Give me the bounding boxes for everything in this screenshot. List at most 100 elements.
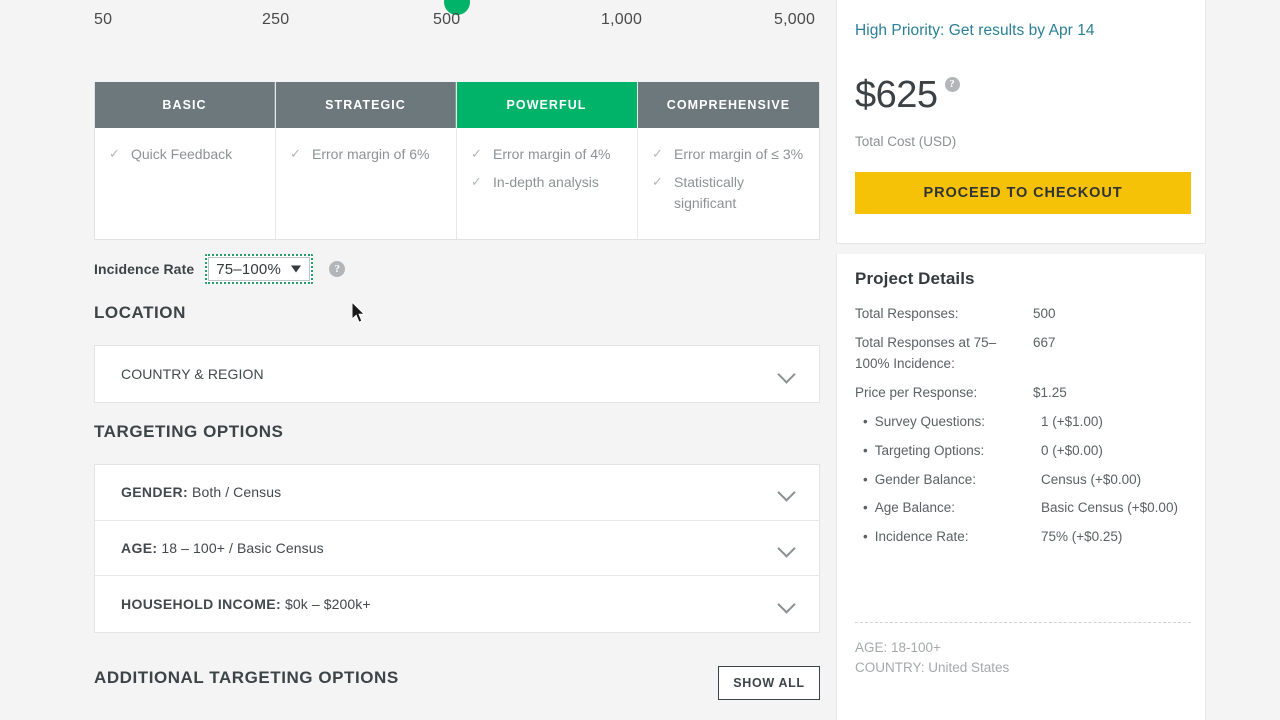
accordion-row-household-income[interactable]: HOUSEHOLD INCOME: $0k – $200k+ [95,576,819,632]
slider-tick-1000[interactable]: 1,000 [601,11,642,29]
detail-value: 667 [1033,334,1056,350]
feature-item: ✓ In-depth analysis [471,172,627,192]
summary-age: AGE: 18-100+ [855,640,941,655]
summary-sidebar: High Priority: Get results by Apr 14 $62… [836,0,1280,720]
detail-value: 1 (+$1.00) [1041,413,1103,429]
response-count-slider[interactable]: 50 250 500 1,000 5,000 [0,0,836,46]
feature-item: ✓ Error margin of 4% [471,144,627,164]
check-icon: ✓ [471,174,482,190]
slider-tick-250[interactable]: 250 [262,11,289,29]
accordion-row-age[interactable]: AGE: 18 – 100+ / Basic Census [95,521,819,576]
detail-value: $1.25 [1033,384,1067,400]
detail-row-age-balance: • Age Balance: Basic Census (+$0.00) [855,498,1191,519]
tier-comprehensive-features: ✓ Error margin of ≤ 3% ✓ Statistically s… [638,128,819,239]
check-icon: ✓ [109,146,120,161]
chevron-down-icon[interactable] [777,595,796,614]
detail-row-gender-balance: • Gender Balance: Census (+$0.00) [855,470,1191,491]
section-heading-additional-targeting: ADDITIONAL TARGETING OPTIONS [94,668,399,687]
tier-powerful-header[interactable]: POWERFUL [457,82,637,128]
total-cost-label: Total Cost (USD) [855,134,957,149]
slider-tick-50[interactable]: 50 [94,11,112,29]
tier-basic[interactable]: BASIC ✓ Quick Feedback [95,82,276,239]
accordion-label-value: 18 – 100+ / Basic Census [161,539,324,556]
feature-item: ✓ Error margin of ≤ 3% [652,144,809,164]
accordion-label-value: Both / Census [192,484,282,501]
bullet-icon: • [863,471,868,487]
proceed-to-checkout-button[interactable]: PROCEED TO CHECKOUT [855,172,1191,214]
tier-strategic[interactable]: STRATEGIC ✓ Error margin of 6% [276,82,457,239]
detail-row-total-responses-at-incidence: Total Responses at 75–100% Incidence: 66… [855,333,1191,375]
check-icon: ✓ [290,146,301,161]
detail-key-text: Incidence Rate: [874,529,969,545]
question-mark-icon[interactable]: ? [329,261,346,277]
detail-key-text: Targeting Options: [874,442,985,458]
incidence-rate-label: Incidence Rate [94,261,195,277]
bullet-icon: • [863,442,868,458]
chevron-down-icon[interactable] [777,483,796,502]
detail-key: Total Responses at 75–100% Incidence: [855,334,997,371]
accordion-label-value: $0k – $200k+ [284,595,371,612]
chevron-down-icon [291,265,302,273]
show-all-button[interactable]: SHOW ALL [718,666,820,700]
tier-comprehensive-header[interactable]: COMPREHENSIVE [638,82,819,128]
price-block: $625 ? [855,76,960,114]
detail-value: Census (+$0.00) [1041,471,1142,487]
section-heading-targeting: TARGETING OPTIONS [94,422,284,441]
incidence-rate-row: Incidence Rate 75–100% ? [94,254,346,284]
detail-key-text: Survey Questions: [874,413,986,429]
price-card: High Priority: Get results by Apr 14 $62… [836,0,1206,244]
accordion-label-key: HOUSEHOLD INCOME: [121,595,281,612]
mouse-cursor-icon [352,302,366,323]
detail-row-total-responses: Total Responses: 500 [855,304,1191,325]
tier-powerful[interactable]: POWERFUL ✓ Error margin of 4% ✓ In-depth… [457,82,638,239]
details-divider [855,622,1191,623]
feature-label: Error margin of ≤ 3% [674,146,804,162]
feature-label: Error margin of 6% [312,146,430,162]
question-mark-icon[interactable]: ? [944,77,960,92]
tier-powerful-features: ✓ Error margin of 4% ✓ In-depth analysis [457,128,637,224]
chevron-down-icon[interactable] [777,539,796,558]
targeting-accordion: GENDER: Both / Census AGE: 18 – 100+ / B… [94,464,820,633]
targeting-summary: AGE: 18-100+ COUNTRY: United States [855,638,1009,679]
detail-key: Price per Response: [855,384,978,400]
detail-row-survey-questions: • Survey Questions: 1 (+$1.00) [855,412,1191,433]
accordion-label-key: AGE: [121,539,158,556]
project-details-title: Project Details [855,269,975,288]
detail-key-text: Age Balance: [874,500,956,516]
check-icon: ✓ [471,146,482,161]
slider-tick-5000[interactable]: 5,000 [774,11,815,29]
accordion-label-key: GENDER: [121,484,189,501]
detail-key: • Survey Questions: [863,412,1041,433]
detail-key: • Incidence Rate: [863,527,1041,548]
bullet-icon: • [863,413,868,429]
tier-strategic-header[interactable]: STRATEGIC [276,82,456,128]
chevron-down-icon[interactable] [777,365,796,384]
incidence-rate-select[interactable]: 75–100% [208,257,311,281]
feature-item: ✓ Quick Feedback [109,144,265,164]
accordion-row-gender[interactable]: GENDER: Both / Census [95,465,819,521]
tier-comparison-table: BASIC ✓ Quick Feedback STRATEGIC ✓ Error… [94,82,820,240]
accordion-label: HOUSEHOLD INCOME: $0k – $200k+ [121,596,371,612]
detail-key: • Gender Balance: [863,470,1041,491]
section-heading-location: LOCATION [94,303,186,322]
tier-comprehensive[interactable]: COMPREHENSIVE ✓ Error margin of ≤ 3% ✓ S… [638,82,819,239]
tier-strategic-features: ✓ Error margin of 6% [276,128,456,224]
feature-label: Statistically significant [674,174,745,211]
detail-key: • Age Balance: [863,498,1041,519]
slider-tick-500-selected[interactable]: 500 [433,11,460,29]
project-details-list: Total Responses: 500 Total Responses at … [855,304,1191,556]
feature-label: Quick Feedback [131,146,233,162]
accordion-row-country-region[interactable]: COUNTRY & REGION [95,346,819,402]
tier-basic-features: ✓ Quick Feedback [95,128,275,224]
detail-key-text: Gender Balance: [874,471,977,487]
location-accordion: COUNTRY & REGION [94,345,820,403]
total-price: $625 [855,74,938,116]
accordion-label: COUNTRY & REGION [121,365,264,382]
high-priority-link[interactable]: High Priority: Get results by Apr 14 [855,22,1095,40]
bullet-icon: • [863,500,868,516]
feature-item: ✓ Statistically significant [652,172,809,213]
tier-basic-header[interactable]: BASIC [95,82,275,128]
detail-key: Total Responses: [855,306,959,321]
detail-row-targeting-options: • Targeting Options: 0 (+$0.00) [855,441,1191,462]
check-icon: ✓ [652,146,663,161]
